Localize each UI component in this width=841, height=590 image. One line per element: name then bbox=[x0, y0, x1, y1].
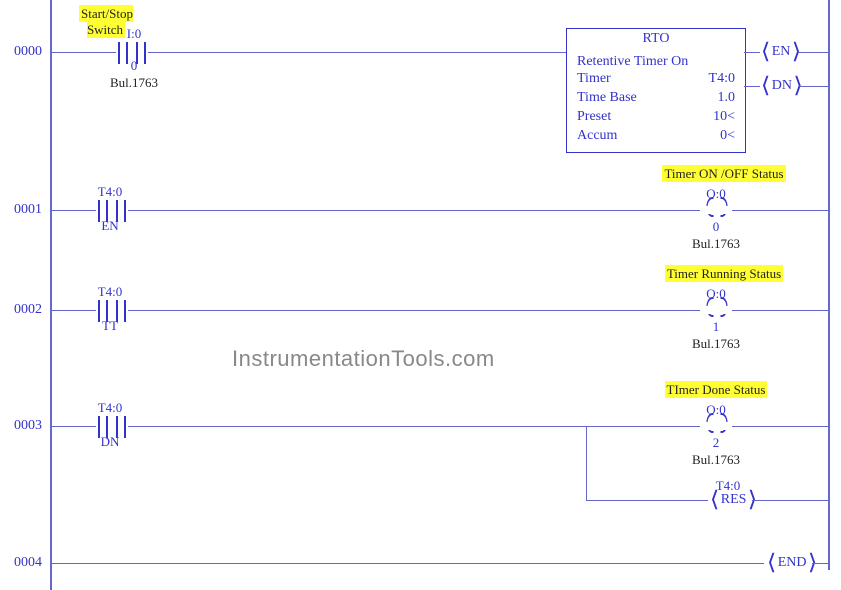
rung3-out-module: Bul.1763 bbox=[676, 452, 756, 468]
rung-number: 0002 bbox=[0, 302, 42, 318]
rto-timer-label: Timer bbox=[577, 70, 611, 89]
rto-timebase-val: 1.0 bbox=[718, 89, 736, 108]
en-coil-icon: ❬EN❭ bbox=[760, 43, 802, 60]
rung3-out-address: O:0 bbox=[676, 402, 756, 418]
end-instruction-icon: ❬END❭ bbox=[766, 554, 818, 571]
rung0-en-wire2 bbox=[798, 52, 828, 53]
rung-number: 0003 bbox=[0, 418, 42, 434]
rung3-out-bit: 2 bbox=[676, 435, 756, 451]
rung0-input-address: I:0 bbox=[94, 26, 174, 42]
rung1-out-address: O:0 bbox=[676, 186, 756, 202]
rung0-dn-wire1 bbox=[744, 86, 760, 87]
rung4-wire-r bbox=[812, 563, 828, 564]
rto-title: RTO bbox=[567, 29, 745, 50]
rung3-branch-wire-l bbox=[586, 500, 708, 501]
rung4-wire bbox=[52, 563, 764, 564]
rto-timer-val: T4:0 bbox=[709, 70, 735, 89]
rung0-en-wire1 bbox=[744, 52, 760, 53]
rung3-wire-l bbox=[52, 426, 96, 427]
rung0-wire-left bbox=[52, 52, 116, 53]
rung2-out-module: Bul.1763 bbox=[676, 336, 756, 352]
rung1-xic-address: T4:0 bbox=[70, 184, 150, 200]
rung-number: 0001 bbox=[0, 202, 42, 218]
rto-subtitle: Retentive Timer On bbox=[577, 54, 735, 70]
rung1-title: Timer ON /OFF Status bbox=[624, 166, 824, 182]
rung3-wire-m bbox=[128, 426, 704, 427]
rung3-xic-bit: DN bbox=[70, 434, 150, 450]
rto-timer-block: RTO Retentive Timer On Timer T4:0 Time Ba… bbox=[566, 28, 746, 153]
rung0-input-bit: 0 bbox=[94, 58, 174, 74]
res-coil-icon: ❬RES❭ bbox=[709, 491, 758, 508]
rung2-out-bit: 1 bbox=[676, 319, 756, 335]
rung1-out-module: Bul.1763 bbox=[676, 236, 756, 252]
rung1-wire-l bbox=[52, 210, 96, 211]
rto-accum-label: Accum bbox=[577, 127, 617, 146]
rto-accum-val: 0< bbox=[720, 127, 735, 146]
rung1-wire-m bbox=[128, 210, 702, 211]
rung2-xic-bit: TT bbox=[70, 318, 150, 334]
rung3-title: TImer Done Status bbox=[616, 382, 816, 398]
rung3-branch-wire-r bbox=[752, 500, 828, 501]
rto-preset-val: 10< bbox=[713, 108, 735, 127]
rung-number: 0004 bbox=[0, 555, 42, 571]
rung2-out-address: O:0 bbox=[676, 286, 756, 302]
rung2-wire-l bbox=[52, 310, 96, 311]
rto-timebase-label: Time Base bbox=[577, 89, 637, 108]
rung2-xic-address: T4:0 bbox=[70, 284, 150, 300]
rung0-input-module: Bul.1763 bbox=[94, 75, 174, 91]
rung0-wire-mid bbox=[148, 52, 566, 53]
rung-number: 0000 bbox=[0, 44, 42, 60]
rung3-branch-vwire-l bbox=[586, 426, 587, 500]
rto-preset-label: Preset bbox=[577, 108, 611, 127]
rung3-branch-vwire-r bbox=[828, 426, 829, 500]
rung3-xic-address: T4:0 bbox=[70, 400, 150, 416]
rung2-wire-r bbox=[732, 310, 828, 311]
rung0-dn-wire2 bbox=[798, 86, 828, 87]
rung2-title: Timer Running Status bbox=[624, 266, 824, 282]
rung2-wire-m bbox=[128, 310, 702, 311]
rung1-xic-bit: EN bbox=[70, 218, 150, 234]
rung1-out-bit: 0 bbox=[676, 219, 756, 235]
rung1-wire-r bbox=[732, 210, 828, 211]
left-power-rail bbox=[50, 0, 52, 590]
watermark-text: InstrumentationTools.com bbox=[232, 346, 495, 372]
rung3-wire-r bbox=[732, 426, 828, 427]
